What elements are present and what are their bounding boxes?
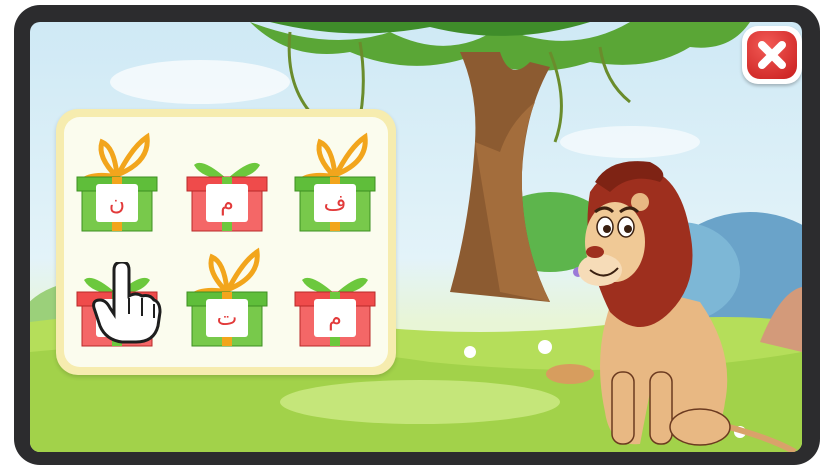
gift-letter: م — [314, 299, 356, 337]
gift-letter: ت — [206, 299, 248, 337]
gift-letter: ن — [96, 184, 138, 222]
game-screen: ن م ف ت م — [30, 22, 802, 452]
gift-letter: م — [206, 184, 248, 222]
gift-box-1[interactable]: ن — [72, 127, 162, 237]
gift-box-6[interactable]: م — [290, 242, 380, 352]
pointing-hand-icon — [92, 262, 162, 344]
gift-box-3[interactable]: ف — [290, 127, 380, 237]
close-button[interactable] — [742, 26, 802, 84]
lion-character — [578, 161, 797, 452]
gift-box-5[interactable]: ت — [182, 242, 272, 352]
close-icon — [747, 31, 797, 79]
gift-box-2[interactable]: م — [182, 127, 272, 237]
gift-letter: ف — [314, 184, 356, 222]
